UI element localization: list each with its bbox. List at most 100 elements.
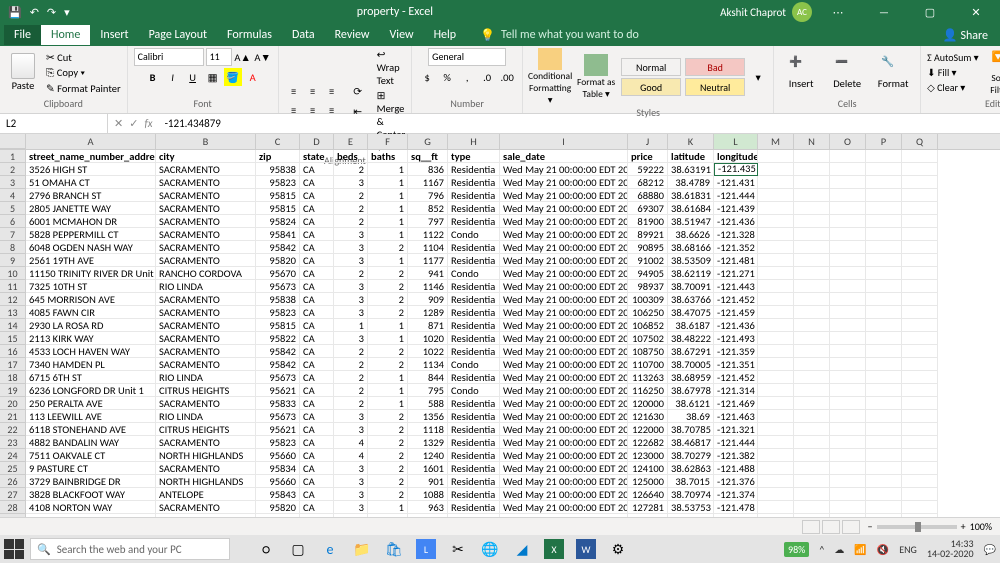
cell[interactable]: -121.321 (714, 423, 758, 436)
cell[interactable]: NORTH HIGHLANDS (156, 475, 256, 488)
font-size-select[interactable]: 11 (206, 48, 232, 66)
cell[interactable] (830, 436, 866, 449)
cell[interactable]: 1 (368, 163, 408, 176)
clock[interactable]: 14:33 14-02-2020 (927, 539, 974, 559)
cell[interactable]: 1 (368, 215, 408, 228)
search-input[interactable]: 🔍 Search the web and your PC (30, 538, 230, 560)
cell[interactable]: city (156, 150, 256, 163)
cell[interactable]: 1088 (408, 488, 448, 501)
cell[interactable]: Wed May 21 00:00:00 EDT 2008 (500, 436, 628, 449)
cloud-icon[interactable]: ☁ (834, 543, 844, 556)
cell[interactable] (758, 254, 794, 267)
cell[interactable]: 1020 (408, 332, 448, 345)
cell[interactable]: 1 (368, 371, 408, 384)
cell[interactable] (794, 501, 830, 514)
cell[interactable]: SACRAMENTO (156, 163, 256, 176)
cell[interactable] (794, 228, 830, 241)
cell[interactable] (794, 410, 830, 423)
cell[interactable]: Wed May 21 00:00:00 EDT 2008 (500, 254, 628, 267)
row-header[interactable]: 5 (0, 202, 26, 215)
cell[interactable]: 796 (408, 189, 448, 202)
align-middle-icon[interactable]: ≡ (304, 83, 322, 101)
cell[interactable]: 95833 (256, 397, 300, 410)
cell[interactable] (902, 475, 938, 488)
cell[interactable]: -121.328 (714, 228, 758, 241)
cell[interactable]: 9 PASTURE CT (26, 462, 156, 475)
cell[interactable]: Wed May 21 00:00:00 EDT 2008 (500, 293, 628, 306)
cell[interactable]: 2 (368, 475, 408, 488)
cell[interactable]: SACRAMENTO (156, 397, 256, 410)
cell[interactable]: 95660 (256, 475, 300, 488)
cell[interactable] (830, 189, 866, 202)
cell[interactable]: 6236 LONGFORD DR Unit 1 (26, 384, 156, 397)
cell[interactable]: 1 (368, 228, 408, 241)
cell[interactable]: 2 (368, 410, 408, 423)
cell[interactable]: Residentia (448, 488, 500, 501)
cell[interactable] (866, 202, 902, 215)
cell[interactable]: 2 (334, 202, 368, 215)
cell[interactable]: Condo (448, 384, 500, 397)
cell[interactable]: 38.61684 (668, 202, 714, 215)
cell[interactable]: -121.436 (714, 215, 758, 228)
row-header[interactable]: 6 (0, 215, 26, 228)
cell[interactable]: SACRAMENTO (156, 293, 256, 306)
cell[interactable]: 1289 (408, 306, 448, 319)
cell[interactable] (758, 306, 794, 319)
cell[interactable]: SACRAMENTO (156, 176, 256, 189)
row-header[interactable]: 26 (0, 475, 26, 488)
cell[interactable] (830, 410, 866, 423)
cell[interactable]: CA (300, 306, 334, 319)
cell[interactable]: 2 (368, 293, 408, 306)
cell[interactable]: 2 (368, 423, 408, 436)
cell[interactable]: CA (300, 475, 334, 488)
cell[interactable] (830, 397, 866, 410)
cell[interactable] (866, 345, 902, 358)
cell[interactable]: Residentia (448, 241, 500, 254)
cell[interactable]: 51 OMAHA CT (26, 176, 156, 189)
column-header[interactable]: K (668, 134, 714, 149)
cell[interactable]: -121.459 (714, 306, 758, 319)
cell[interactable]: 81900 (628, 215, 668, 228)
cell[interactable]: Wed May 21 00:00:00 EDT 2008 (500, 501, 628, 514)
align-center-icon[interactable]: ≡ (304, 102, 322, 120)
column-header[interactable]: N (794, 134, 830, 149)
sort-filter-button[interactable]: 🔽Sort & Filter ▾ (983, 50, 1000, 96)
cell[interactable]: 95815 (256, 319, 300, 332)
cell[interactable]: Wed May 21 00:00:00 EDT 2008 (500, 423, 628, 436)
cell[interactable] (902, 176, 938, 189)
zoom-level[interactable]: 100% (970, 520, 992, 533)
cell[interactable]: 3 (334, 254, 368, 267)
column-header[interactable]: C (256, 134, 300, 149)
cell[interactable]: -121.314 (714, 384, 758, 397)
cell[interactable]: 3 (334, 306, 368, 319)
cell[interactable] (758, 462, 794, 475)
cell[interactable] (794, 358, 830, 371)
cell[interactable] (902, 358, 938, 371)
underline-button[interactable]: U (184, 68, 202, 86)
cell[interactable]: CA (300, 397, 334, 410)
cell[interactable]: 38.48222 (668, 332, 714, 345)
cell[interactable]: 2 (368, 280, 408, 293)
fill-color-button[interactable]: 🪣 (224, 68, 242, 86)
cell[interactable]: 3 (334, 280, 368, 293)
column-header[interactable]: H (448, 134, 500, 149)
cell[interactable]: 901 (408, 475, 448, 488)
column-header[interactable]: I (500, 134, 628, 149)
cell[interactable] (758, 488, 794, 501)
cell[interactable]: 250 PERALTA AVE (26, 397, 156, 410)
cell[interactable]: Wed May 21 00:00:00 EDT 2008 (500, 319, 628, 332)
share-button[interactable]: 👤 Share (935, 25, 996, 46)
cell[interactable]: SACRAMENTO (156, 462, 256, 475)
cell[interactable] (902, 488, 938, 501)
cell[interactable]: Residentia (448, 280, 500, 293)
tab-review[interactable]: Review (325, 25, 380, 45)
cell[interactable]: 2 (334, 163, 368, 176)
cell[interactable] (866, 280, 902, 293)
cell[interactable] (866, 254, 902, 267)
cell[interactable] (866, 384, 902, 397)
cell[interactable] (866, 332, 902, 345)
cell[interactable]: CA (300, 345, 334, 358)
explorer-icon[interactable]: 📁 (352, 539, 372, 559)
format-as-table-button[interactable]: Format as Table ▾ (575, 54, 617, 100)
cell[interactable] (794, 475, 830, 488)
